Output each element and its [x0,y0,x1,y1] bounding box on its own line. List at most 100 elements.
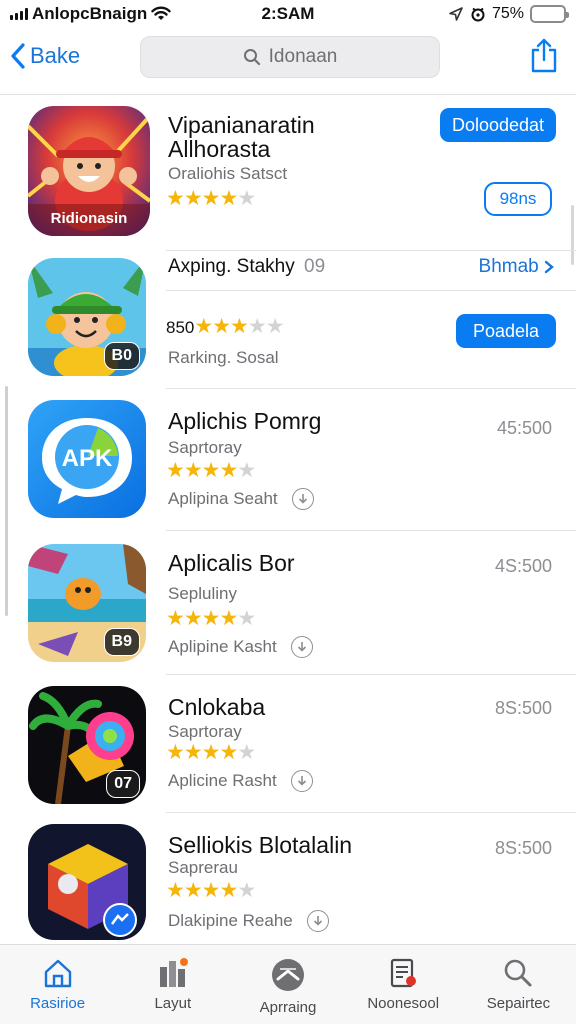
share-button[interactable] [530,38,558,79]
palm-lens-icon: 07 [28,686,146,804]
row-divider [166,530,576,531]
app-badge: B9 [103,628,140,656]
status-left: AnlopcBnaign [10,4,171,24]
star-icon: ★ [183,741,203,764]
star-glyphs: ★★★★★ [194,315,285,338]
price-button[interactable]: 98ns [484,182,552,216]
tab-apps[interactable]: Layut [115,945,230,1024]
app-price: 4S:500 [494,556,552,576]
star-icon: ★ [183,459,203,482]
row-divider [166,388,576,389]
row-divider [166,290,576,291]
app-list-item[interactable]: Selliokis Blotalalin Saprerau ★★★★★ Dlak… [0,824,576,942]
tab-label: Aprraing [259,999,317,1016]
star-icon: ★ [166,879,185,902]
app-title-suffix: 09 [304,256,326,277]
download-icon[interactable] [290,636,313,658]
search-input[interactable]: Idonaan [140,36,440,78]
star-icon: ★ [194,315,213,338]
app-subtitle: Oraliohis Satsct [168,164,288,183]
star-rating: ★★★★★ [166,740,256,765]
app-title: Vipanianaratin [168,112,315,138]
home-icon [44,959,71,988]
app-title-text: Axping. Stakhy [168,256,295,277]
download-icon[interactable] [291,488,314,510]
app-subtitle: Saprtoray [168,722,242,741]
app-title: Aplicalis Bor [168,550,295,576]
download-button[interactable]: Poadela [456,314,556,348]
app-price: 8S:500 [494,838,552,858]
cube-messenger-icon [28,824,146,940]
app-meta-text: Aplipina Seaht [168,489,278,508]
row-divider [166,674,576,675]
star-icon: ★ [201,741,221,764]
app-subtitle: Sepluliny [168,584,237,603]
more-link[interactable]: Bhmab [479,256,554,278]
star-icon: ★ [247,315,267,338]
star-icon: ★ [166,459,185,482]
tab-label: Noonesool [367,995,440,1012]
star-icon: ★ [237,607,256,630]
wifi-icon [151,6,171,20]
app-list-item[interactable]: B9 Aplicalis Bor Sepluliny ★★★★★ Aplipin… [0,542,576,666]
chevron-right-icon [544,260,554,274]
star-icon: ★ [166,741,185,764]
rating-prefix: 850 [166,318,195,337]
app-meta-text: Dlakipine Reahe [168,911,293,930]
chevron-left-icon [11,43,25,69]
star-icon: ★ [237,187,256,210]
app-badge: B0 [103,342,140,370]
app-icon-label: APK [62,445,113,472]
star-icon: ★ [201,459,221,482]
app-title: Axping. Stakhy 09 [168,256,325,278]
star-icon: ★ [219,459,238,482]
row-divider [166,812,576,813]
row-divider [166,250,576,251]
star-icon: ★ [265,315,285,338]
tab-games[interactable]: Aprraing [230,945,345,1024]
apps-icon [159,958,188,987]
app-meta: Aplipine Kasht [168,636,313,658]
tab-home[interactable]: Rasirioe [0,945,115,1024]
tab-search[interactable]: Sepairtec [461,945,576,1024]
battery-icon [530,5,569,23]
search-icon [243,49,260,66]
star-icon: ★ [201,879,221,902]
app-price: 45:500 [496,418,552,438]
app-title: Aplichis Pomrg [168,408,322,434]
tab-label: Sepairtec [486,995,551,1012]
more-link-label: Bhmab [478,256,539,277]
star-icon: ★ [212,315,231,338]
green-cap-kid-icon: B0 [28,258,146,376]
tab-label: Layut [154,995,192,1012]
app-list-item[interactable]: 07 Cnlokaba Saprtoray ★★★★★ Aplicine Ras… [0,686,576,810]
app-list-item[interactable]: B0 Axping. Stakhy 09 Bhmab 850★★★★★ Rark… [0,256,576,380]
download-icon[interactable] [290,770,313,792]
app-meta-text: Aplipine Kasht [168,637,277,656]
tab-label: Rasirioe [30,995,86,1012]
star-icon: ★ [183,607,203,630]
star-icon: ★ [219,741,238,764]
share-icon [531,38,557,73]
navigation-bar: Bake Idonaan [0,32,576,84]
download-button[interactable]: Doloodedat [440,108,556,142]
games-icon [272,959,304,991]
app-meta-text: Aplicine Rasht [168,771,277,790]
app-meta: Aplipina Seaht [168,488,314,510]
app-list-item[interactable]: Ridionasin Vipanianaratin Allhorasta Ora… [0,106,576,246]
app-subtitle: Rarking. Sosal [168,348,279,367]
app-meta: Aplicine Rasht [168,770,313,792]
star-rating: ★★★★★ [166,458,256,483]
tab-bar: Rasirioe Layut Aprraing Noonesool Sepair… [0,944,576,1024]
back-button[interactable]: Bake [10,42,80,70]
star-icon: ★ [237,459,256,482]
status-time: 2:SAM [261,4,315,23]
tab-news[interactable]: Noonesool [346,945,461,1024]
back-label: Bake [30,43,81,68]
app-list-item[interactable]: APK Aplichis Pomrg Saprtoray ★★★★★ Aplip… [0,400,576,524]
battery-percent: 75% [491,5,524,22]
star-icon: ★ [219,879,238,902]
news-icon [391,958,417,988]
app-badge: 07 [106,770,140,798]
download-icon[interactable] [306,910,329,932]
